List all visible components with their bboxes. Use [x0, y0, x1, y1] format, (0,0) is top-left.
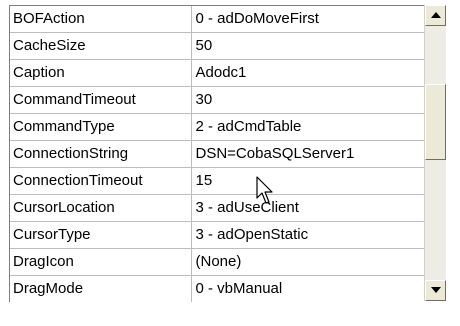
property-row[interactable]: DragMode 0 - vbManual: [10, 275, 424, 302]
property-value[interactable]: 3 - adUseClient: [191, 194, 424, 222]
arrow-down-icon: [431, 287, 441, 293]
property-value[interactable]: 15: [191, 167, 424, 195]
property-name[interactable]: CursorLocation: [10, 194, 192, 222]
property-value[interactable]: 2 - adCmdTable: [191, 113, 424, 141]
property-name[interactable]: ConnectionTimeout: [10, 167, 192, 195]
property-row[interactable]: ConnectionString DSN=CobaSQLServer1: [10, 140, 424, 168]
property-name[interactable]: CacheSize: [10, 32, 192, 60]
property-row[interactable]: CommandTimeout 30: [10, 86, 424, 114]
scroll-thumb[interactable]: [425, 84, 446, 160]
property-value[interactable]: Adodc1: [191, 59, 424, 87]
property-row[interactable]: DragIcon (None): [10, 248, 424, 276]
property-row[interactable]: BOFAction 0 - adDoMoveFirst: [10, 6, 424, 33]
property-name[interactable]: ConnectionString: [10, 140, 192, 168]
scroll-down-button[interactable]: [425, 280, 446, 301]
properties-grid: BOFAction 0 - adDoMoveFirst CacheSize 50…: [9, 5, 424, 302]
properties-table: BOFAction 0 - adDoMoveFirst CacheSize 50…: [10, 6, 424, 302]
property-row[interactable]: Caption Adodc1: [10, 59, 424, 87]
property-name[interactable]: Caption: [10, 59, 192, 87]
property-name[interactable]: CursorType: [10, 221, 192, 249]
property-name[interactable]: DragMode: [10, 275, 192, 302]
property-name[interactable]: CommandTimeout: [10, 86, 192, 114]
property-row[interactable]: CursorLocation 3 - adUseClient: [10, 194, 424, 222]
property-value[interactable]: 0 - vbManual: [191, 275, 424, 302]
property-row[interactable]: CommandType 2 - adCmdTable: [10, 113, 424, 141]
property-value[interactable]: (None): [191, 248, 424, 276]
property-name[interactable]: BOFAction: [10, 6, 192, 33]
arrow-up-icon: [431, 12, 441, 18]
property-row[interactable]: CacheSize 50: [10, 32, 424, 60]
property-value[interactable]: 50: [191, 32, 424, 60]
property-name[interactable]: CommandType: [10, 113, 192, 141]
property-value[interactable]: 0 - adDoMoveFirst: [191, 6, 424, 33]
property-value[interactable]: 30: [191, 86, 424, 114]
scroll-up-button[interactable]: [425, 5, 446, 26]
property-value[interactable]: 3 - adOpenStatic: [191, 221, 424, 249]
property-name[interactable]: DragIcon: [10, 248, 192, 276]
property-row[interactable]: CursorType 3 - adOpenStatic: [10, 221, 424, 249]
vertical-scrollbar[interactable]: [424, 5, 446, 301]
property-row[interactable]: ConnectionTimeout 15: [10, 167, 424, 195]
property-value[interactable]: DSN=CobaSQLServer1: [191, 140, 424, 168]
